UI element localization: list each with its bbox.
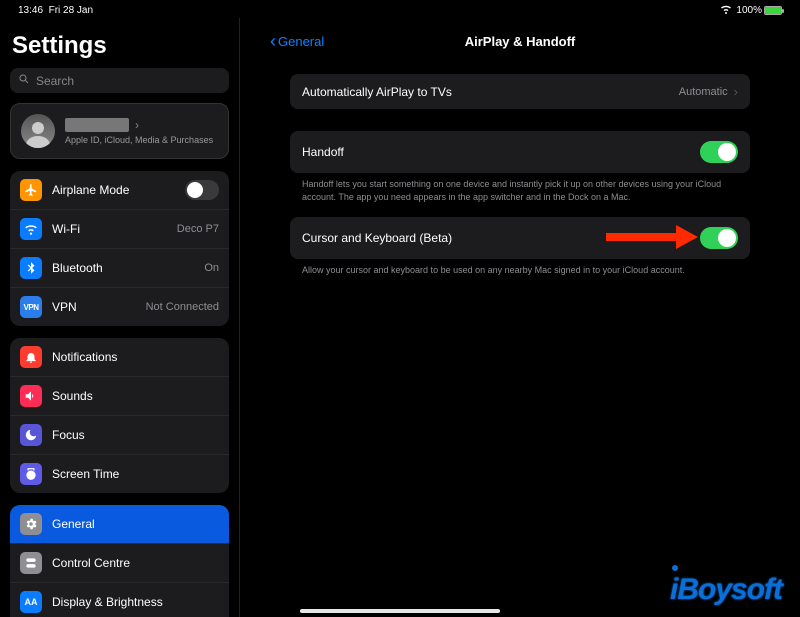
detail-header: ‹ General AirPlay & Handoff: [270, 26, 770, 56]
search-input[interactable]: Search: [10, 68, 229, 93]
battery-indicator: 100%: [736, 5, 782, 16]
cursor-desc: Allow your cursor and keyboard to be use…: [302, 264, 738, 277]
airplane-icon: [20, 179, 42, 201]
connectivity-group: Airplane Mode Wi-Fi Deco P7 Bluetooth On…: [10, 171, 229, 326]
vpn-icon: VPN: [20, 296, 42, 318]
bluetooth-icon: [20, 257, 42, 279]
sidebar-item-focus[interactable]: Focus: [10, 415, 229, 454]
sidebar-item-wifi[interactable]: Wi-Fi Deco P7: [10, 209, 229, 248]
handoff-section: Handoff: [290, 131, 750, 173]
watermark: iBoysoft: [670, 573, 782, 607]
airplay-section: Automatically AirPlay to TVs Automatic ›: [290, 74, 750, 109]
chevron-right-icon: ›: [135, 118, 139, 132]
focus-icon: [20, 424, 42, 446]
sidebar-item-vpn[interactable]: VPN VPN Not Connected: [10, 287, 229, 326]
cursor-row[interactable]: Cursor and Keyboard (Beta): [290, 217, 750, 259]
avatar-icon: [21, 114, 55, 148]
chevron-left-icon: ‹: [270, 35, 276, 47]
cursor-toggle[interactable]: [700, 227, 738, 249]
back-button[interactable]: ‹ General: [270, 34, 324, 49]
handoff-desc: Handoff lets you start something on one …: [302, 178, 738, 203]
home-indicator[interactable]: [300, 609, 500, 613]
sidebar-item-control-centre[interactable]: Control Centre: [10, 543, 229, 582]
control-centre-icon: [20, 552, 42, 574]
settings-title: Settings: [12, 32, 227, 60]
search-icon: [18, 73, 30, 88]
sidebar-item-screentime[interactable]: Screen Time: [10, 454, 229, 493]
sidebar-item-sounds[interactable]: Sounds: [10, 376, 229, 415]
sidebar-item-display[interactable]: AA Display & Brightness: [10, 582, 229, 617]
handoff-toggle[interactable]: [700, 141, 738, 163]
account-name: ———: [65, 118, 129, 132]
general-group: General Control Centre AA Display & Brig…: [10, 505, 229, 617]
notifications-icon: [20, 346, 42, 368]
sidebar-item-notifications[interactable]: Notifications: [10, 338, 229, 376]
detail-title: AirPlay & Handoff: [270, 34, 770, 49]
airplay-row[interactable]: Automatically AirPlay to TVs Automatic ›: [290, 74, 750, 109]
account-sub: Apple ID, iCloud, Media & Purchases: [65, 135, 218, 145]
general-icon: [20, 513, 42, 535]
status-right: 100%: [720, 3, 782, 18]
chevron-right-icon: ›: [734, 84, 738, 99]
sounds-icon: [20, 385, 42, 407]
airplane-toggle[interactable]: [185, 180, 219, 200]
status-time-date: 13:46 Fri 28 Jan: [18, 5, 93, 16]
sidebar-item-bluetooth[interactable]: Bluetooth On: [10, 248, 229, 287]
wifi-icon: [720, 3, 732, 18]
settings-sidebar: Settings Search ——— › Apple ID, iCloud, …: [0, 18, 240, 617]
sidebar-item-general[interactable]: General: [10, 505, 229, 543]
handoff-row[interactable]: Handoff: [290, 131, 750, 173]
cursor-section: Cursor and Keyboard (Beta): [290, 217, 750, 259]
sidebar-item-airplane[interactable]: Airplane Mode: [10, 171, 229, 209]
apple-id-card[interactable]: ——— › Apple ID, iCloud, Media & Purchase…: [10, 103, 229, 159]
display-icon: AA: [20, 591, 42, 613]
wifi-settings-icon: [20, 218, 42, 240]
screentime-icon: [20, 463, 42, 485]
detail-pane: ‹ General AirPlay & Handoff Automaticall…: [240, 18, 800, 617]
status-bar: 13:46 Fri 28 Jan 100%: [0, 0, 800, 18]
notifications-group: Notifications Sounds Focus Screen Time: [10, 338, 229, 493]
